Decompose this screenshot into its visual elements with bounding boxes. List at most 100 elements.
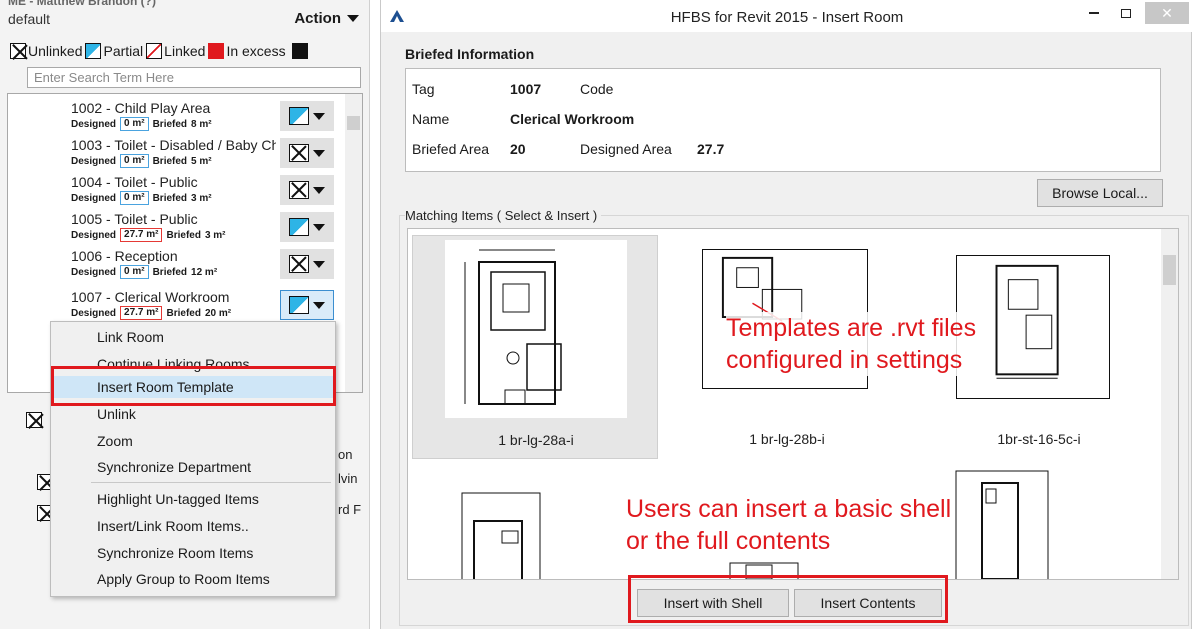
menu-separator xyxy=(91,482,331,483)
annotation-line: or the full contents xyxy=(626,525,831,557)
annotation-line: Users can insert a basic shell xyxy=(626,493,952,525)
briefed-area: 3 m² xyxy=(191,192,212,204)
designed-area: 0 m² xyxy=(120,154,149,168)
room-name: 1004 - Toilet - Public xyxy=(71,174,198,190)
browse-local-button[interactable]: Browse Local... xyxy=(1037,179,1163,207)
list-item[interactable]: 1003 - Toilet - Disabled / Baby Change D… xyxy=(8,136,346,172)
chevron-down-icon xyxy=(313,223,325,231)
designed-label: Designed xyxy=(71,192,117,204)
chevron-down-icon xyxy=(313,260,325,268)
code-label: Code xyxy=(580,81,614,97)
briefed-area-label: Briefed Area xyxy=(412,141,490,157)
room-areas: Designed 27.7 m² Briefed 3 m² xyxy=(71,228,226,242)
designed-area: 27.7 m² xyxy=(120,306,163,320)
action-label: Action xyxy=(294,10,341,27)
designed-label: Designed xyxy=(71,307,117,319)
room-name: 1002 - Child Play Area xyxy=(71,100,211,116)
list-item[interactable]: 1007 - Clerical Workroom Designed 27.7 m… xyxy=(8,288,346,324)
annotation-highlight-box xyxy=(51,366,336,406)
floor-plan-thumbnail xyxy=(955,470,1049,579)
list-item[interactable]: 1002 - Child Play Area Designed 0 m² Bri… xyxy=(8,99,346,135)
unlinked-icon xyxy=(289,181,309,199)
briefed-area: 20 m² xyxy=(204,307,232,319)
briefed-area: 8 m² xyxy=(191,118,212,130)
briefed-area: 5 m² xyxy=(191,155,212,167)
template-name: 1br-st-16-5c-i xyxy=(997,431,1081,447)
legend-linked: Linked xyxy=(146,43,205,59)
link-status-button[interactable] xyxy=(280,138,334,168)
designed-area: 27.7 m² xyxy=(120,228,163,242)
briefed-label: Briefed xyxy=(152,155,188,167)
name-label: Name xyxy=(412,111,450,127)
unlinked-icon xyxy=(289,144,309,162)
tag-label: Tag xyxy=(412,81,435,97)
room-areas: Designed 27.7 m² Briefed 20 m² xyxy=(71,306,231,320)
scrollbar-thumb[interactable] xyxy=(1163,255,1176,285)
designed-area: 0 m² xyxy=(120,191,149,205)
floor-plan-thumbnail xyxy=(445,240,627,418)
chevron-down-icon xyxy=(347,15,359,22)
list-scrollbar[interactable] xyxy=(345,94,362,392)
legend-linked-label: Linked xyxy=(164,43,206,59)
designed-area: 0 m² xyxy=(120,265,149,279)
menu-item-unlink[interactable]: Unlink xyxy=(51,403,335,425)
scrollbar-thumb[interactable] xyxy=(347,116,360,130)
template-tile-1[interactable]: 1 br-lg-28a-i xyxy=(412,235,658,459)
link-status-button[interactable] xyxy=(280,101,334,131)
unlinked-icon xyxy=(289,255,309,273)
legend-partial: Partial xyxy=(85,43,143,59)
link-status-button[interactable] xyxy=(280,290,334,320)
list-item[interactable]: 1005 - Toilet - Public Designed 27.7 m² … xyxy=(8,210,346,246)
link-status-button[interactable] xyxy=(280,249,334,279)
link-status-button[interactable] xyxy=(280,212,334,242)
close-button[interactable]: ✕ xyxy=(1145,2,1189,24)
context-menu: Link Room Continue Linking Rooms... Inse… xyxy=(50,321,336,597)
room-name: 1006 - Reception xyxy=(71,248,178,264)
menu-item-apply-group[interactable]: Apply Group to Room Items xyxy=(51,568,335,590)
menu-item-synchronize-department[interactable]: Synchronize Department xyxy=(51,456,335,478)
designed-area-label: Designed Area xyxy=(580,141,672,157)
menu-item-zoom[interactable]: Zoom xyxy=(51,430,335,452)
annotation-users: Users can insert a basic shell or the fu… xyxy=(626,493,952,557)
list-item[interactable]: 1006 - Reception Designed 0 m² Briefed 1… xyxy=(8,247,346,283)
search-input[interactable]: Enter Search Term Here xyxy=(27,67,361,88)
designed-area: 0 m² xyxy=(120,117,149,131)
floor-plan-thumbnail xyxy=(956,255,1110,399)
room-areas: Designed 0 m² Briefed 8 m² xyxy=(71,117,212,131)
partial-icon xyxy=(289,107,309,125)
menu-item-synchronize-room-items[interactable]: Synchronize Room Items xyxy=(51,542,335,564)
chevron-down-icon xyxy=(313,301,325,309)
link-status-button[interactable] xyxy=(280,175,334,205)
room-areas: Designed 0 m² Briefed 5 m² xyxy=(71,154,212,168)
in-excess-icon xyxy=(208,43,225,59)
briefed-info-panel: Tag 1007 Code Name Clerical Workroom Bri… xyxy=(405,68,1161,172)
legend-in-excess-label: In excess xyxy=(226,43,286,59)
unlinked-icon xyxy=(10,43,26,59)
template-name: 1 br-lg-28a-i xyxy=(498,432,574,448)
maximize-button[interactable] xyxy=(1111,2,1141,24)
briefed-label: Briefed xyxy=(166,229,201,241)
briefed-label: Briefed xyxy=(152,266,188,278)
menu-item-highlight-untagged[interactable]: Highlight Un-tagged Items xyxy=(51,488,335,510)
designed-label: Designed xyxy=(71,266,117,278)
tag-value: 1007 xyxy=(510,81,542,97)
designed-label: Designed xyxy=(71,155,117,167)
action-dropdown[interactable]: Action xyxy=(294,10,359,27)
menu-item-insert-link-room-items[interactable]: Insert/Link Room Items.. xyxy=(51,515,335,537)
gallery-scrollbar[interactable] xyxy=(1161,229,1178,579)
room-name: 1007 - Clerical Workroom xyxy=(71,289,230,305)
title-bar: HFBS for Revit 2015 - Insert Room ✕ xyxy=(381,0,1193,32)
room-name: 1003 - Toilet - Disabled / Baby Change xyxy=(71,137,276,153)
partial-icon xyxy=(289,296,309,314)
view-name: default xyxy=(8,11,51,27)
briefed-area: 12 m² xyxy=(191,266,218,278)
menu-item-link-room[interactable]: Link Room xyxy=(51,326,335,348)
status-legend: Unlinked Partial Linked In excess xyxy=(10,40,365,62)
minimize-icon xyxy=(1089,12,1099,14)
designed-label: Designed xyxy=(71,229,117,241)
list-item[interactable]: 1004 - Toilet - Public Designed 0 m² Bri… xyxy=(8,173,346,209)
minimize-button[interactable] xyxy=(1079,2,1109,24)
briefed-section-title: Briefed Information xyxy=(405,46,535,62)
briefed-label: Briefed xyxy=(152,118,188,130)
chevron-down-icon xyxy=(313,112,325,120)
